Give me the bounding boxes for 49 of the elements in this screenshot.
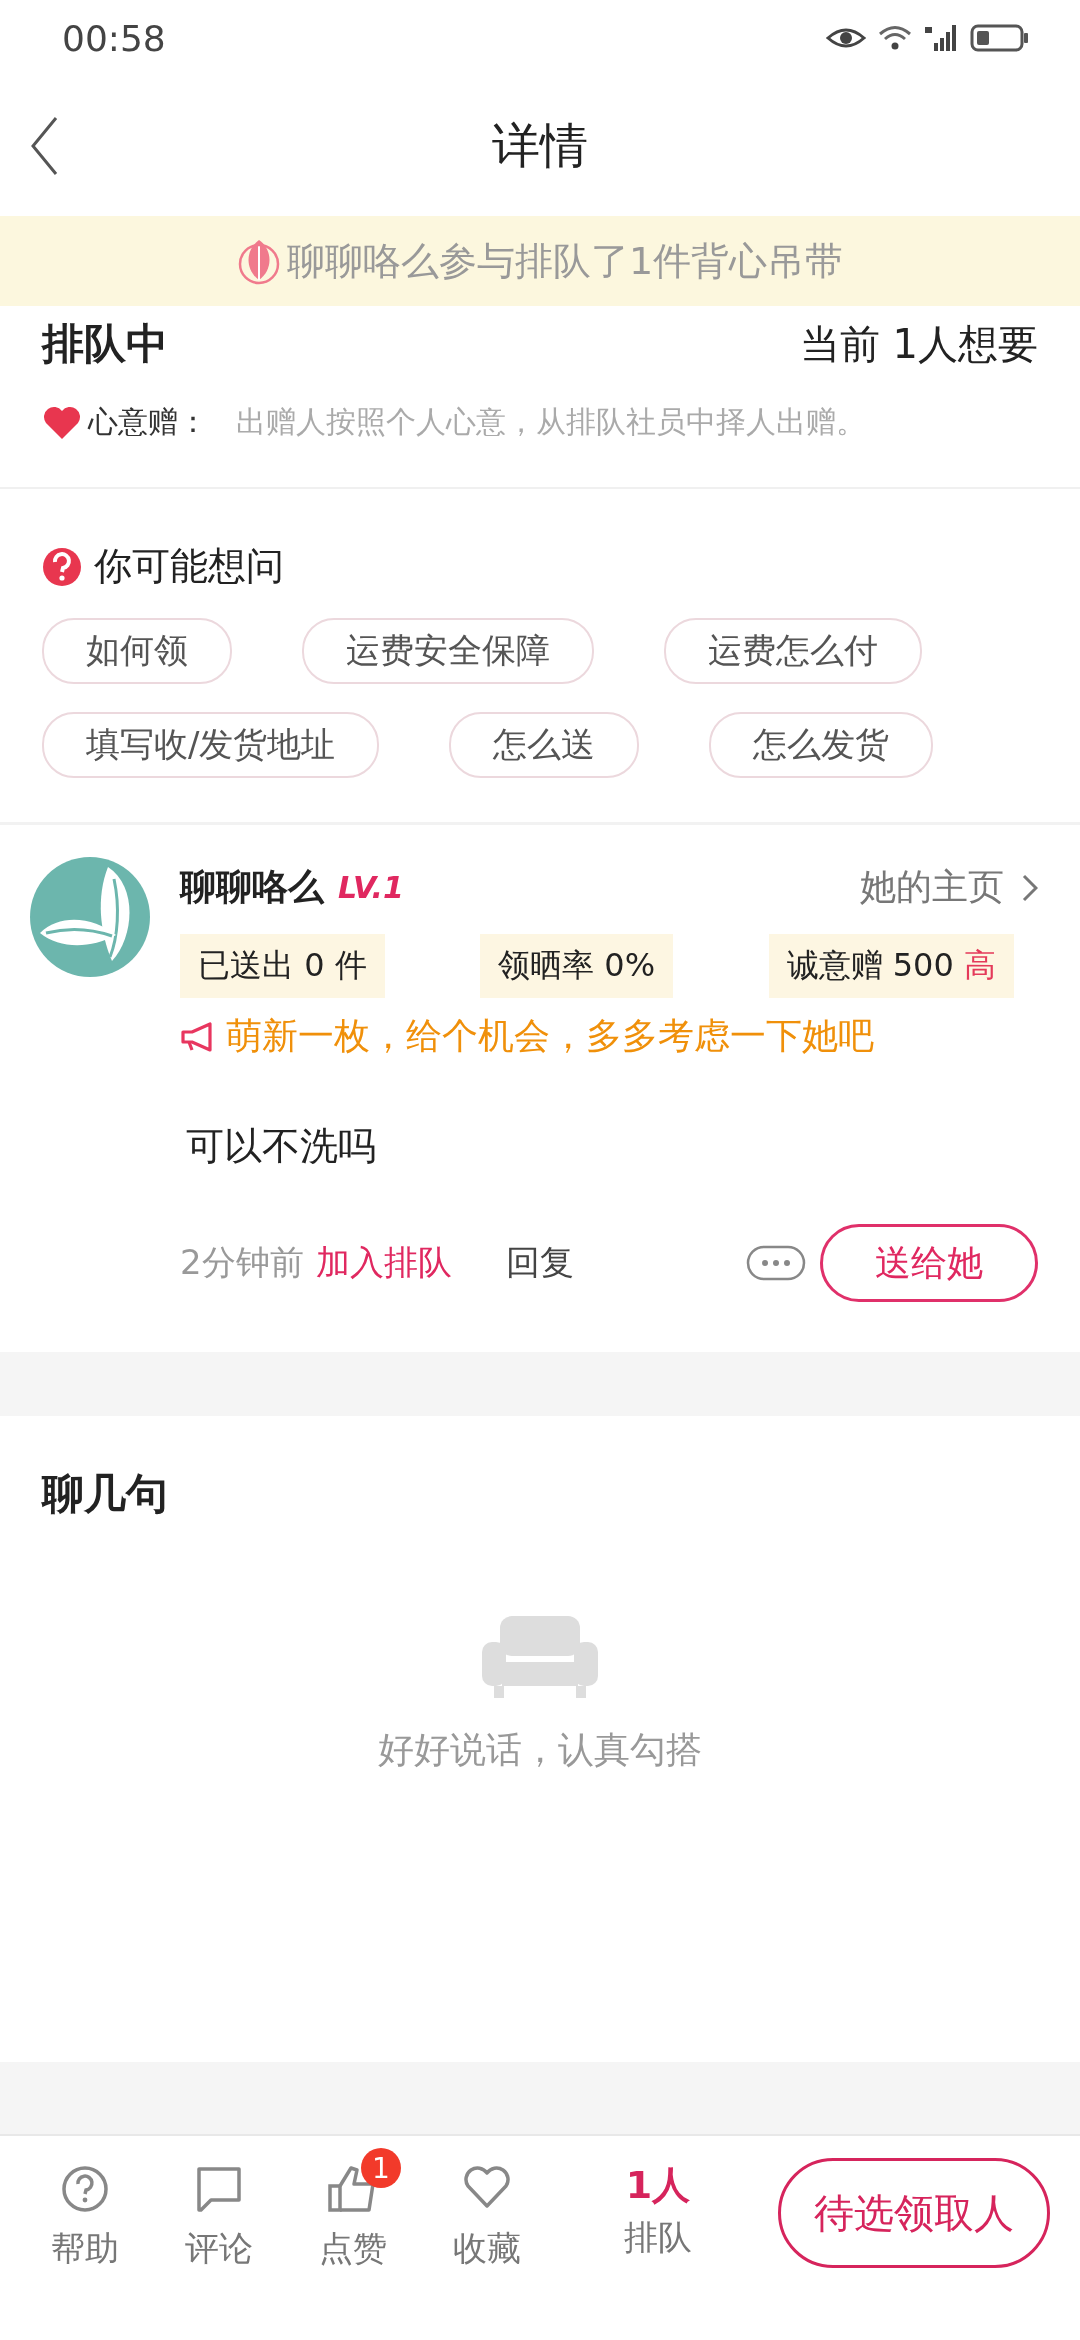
queue-count: 当前 1人想要 xyxy=(799,319,1038,369)
question-chip[interactable]: 怎么发货 xyxy=(709,712,934,778)
toolbar-tab[interactable]: 1 点赞 xyxy=(308,2146,398,2272)
stat-tag: 已送出 0 件 xyxy=(180,934,385,998)
queue-number: 1人 xyxy=(625,2162,691,2209)
battery-icon xyxy=(970,23,1030,53)
select-recipient-button[interactable]: 待选领取人 xyxy=(778,2158,1050,2268)
stat-tag: 诚意赠 500 高 xyxy=(768,934,1014,998)
chevron-right-icon xyxy=(1022,873,1038,902)
back-icon[interactable] xyxy=(30,116,60,176)
mode-label: 心意赠： xyxy=(88,403,208,441)
avatar[interactable] xyxy=(30,857,150,977)
signal-icon xyxy=(924,23,958,53)
section-title: 聊几句 xyxy=(42,1468,169,1520)
section-title: 你可能想问 xyxy=(94,543,284,590)
wifi-icon xyxy=(878,25,912,51)
status-time: 00:58 xyxy=(62,17,166,59)
stat-tag: 领晒率 0% xyxy=(480,934,674,998)
question-chip[interactable]: 运费安全保障 xyxy=(302,618,594,684)
user-level: LV.1 xyxy=(338,870,404,905)
toolbar-tab[interactable]: 评论 xyxy=(174,2146,264,2272)
heart-icon xyxy=(462,2164,512,2210)
toolbar-tab[interactable]: 收藏 xyxy=(442,2146,532,2272)
question-chip[interactable]: 填写收/发货地址 xyxy=(42,712,380,778)
speech-bubble-icon xyxy=(194,2164,244,2214)
action-text: 加入排队 xyxy=(315,1241,452,1284)
reply-button[interactable]: 回复 xyxy=(505,1240,574,1286)
mode-description: 出赠人按照个人心意，从排队社员中择人出赠。 xyxy=(236,403,866,441)
comment-text: 可以不洗吗 xyxy=(186,1123,377,1170)
question-chip[interactable]: 运费怎么付 xyxy=(664,618,922,684)
notice-text: 萌新一枚，给个机会，多多考虑一下她吧 xyxy=(226,1014,874,1058)
question-chip[interactable]: 如何领 xyxy=(42,618,232,684)
timestamp: 2分钟前 xyxy=(180,1241,304,1284)
page-title: 详情 xyxy=(492,116,588,175)
banner-text: 聊聊咯么参与排队了1件背心吊带 xyxy=(286,237,844,285)
give-button[interactable]: 送给她 xyxy=(820,1224,1038,1302)
count-badge: 1 xyxy=(361,2148,401,2188)
more-icon[interactable] xyxy=(746,1245,806,1281)
queue-label: 排队 xyxy=(624,2216,692,2259)
user-name: 聊聊咯么 xyxy=(180,865,324,909)
toolbar-tab[interactable]: 帮助 xyxy=(40,2146,130,2272)
help-icon xyxy=(60,2164,110,2214)
question-icon xyxy=(42,546,82,587)
eye-icon xyxy=(826,26,866,50)
heart-icon xyxy=(42,405,82,440)
queue-status: 排队中 xyxy=(42,318,168,370)
profile-link[interactable]: 她的主页 xyxy=(860,863,1038,912)
empty-state-text: 好好说话，认真勾搭 xyxy=(378,1728,702,1772)
question-chip[interactable]: 怎么送 xyxy=(449,712,640,778)
